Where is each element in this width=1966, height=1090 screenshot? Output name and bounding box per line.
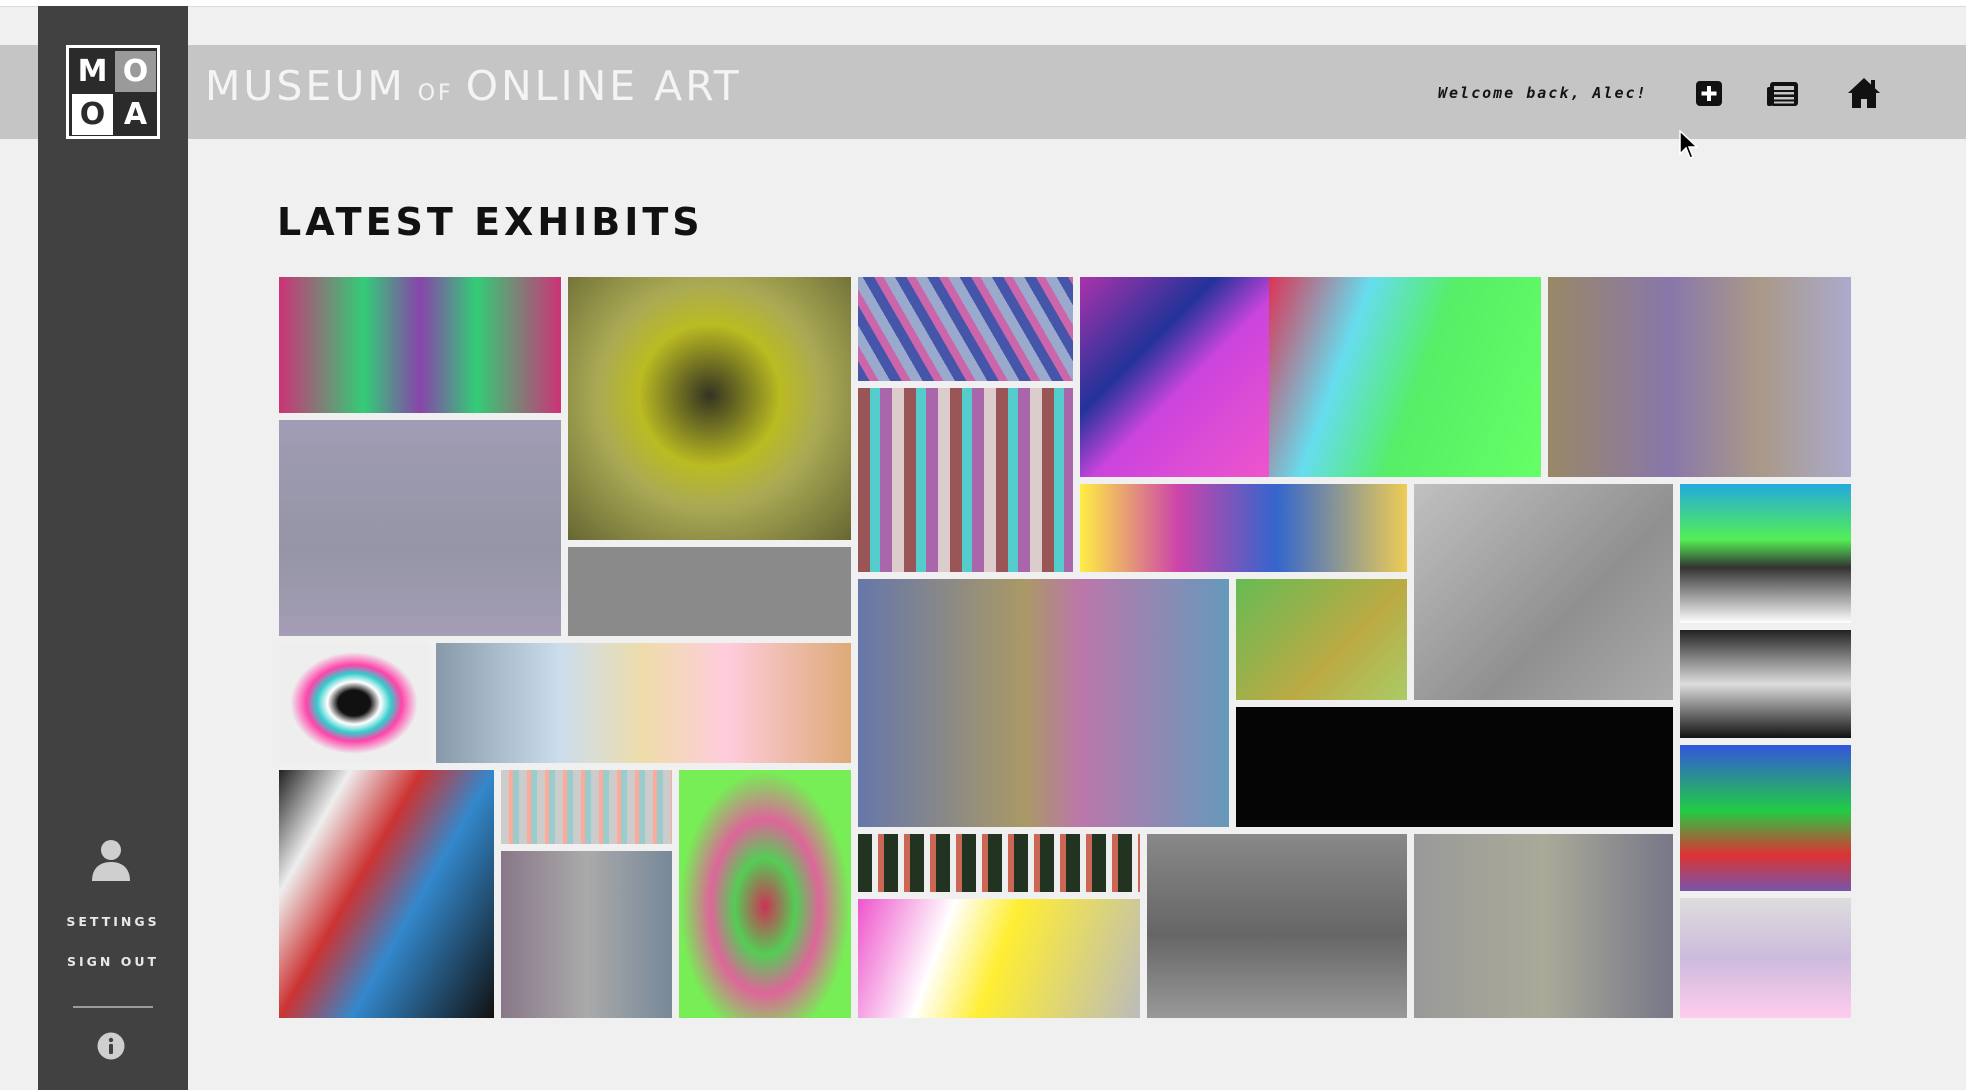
exhibit-tile[interactable] — [1548, 277, 1851, 477]
exhibit-tile[interactable] — [1269, 277, 1541, 477]
exhibit-tile[interactable] — [1680, 484, 1851, 623]
exhibit-tile[interactable] — [858, 834, 1140, 892]
sidebar-divider — [73, 1006, 153, 1008]
exhibit-tile[interactable] — [568, 547, 851, 636]
exhibit-tile[interactable] — [1680, 745, 1851, 891]
exhibit-tile[interactable] — [501, 770, 672, 844]
user-icon[interactable] — [91, 838, 131, 882]
exhibit-gallery — [0, 0, 1966, 1090]
info-icon[interactable] — [97, 1032, 125, 1060]
exhibit-tile[interactable] — [858, 899, 1140, 1018]
exhibit-tile[interactable] — [436, 643, 851, 763]
exhibit-tile[interactable] — [1236, 579, 1407, 700]
settings-link[interactable]: SETTINGS — [38, 915, 188, 929]
exhibit-tile[interactable] — [279, 420, 561, 636]
exhibit-tile[interactable] — [1080, 484, 1407, 572]
exhibit-tile[interactable] — [1080, 277, 1269, 477]
exhibit-tile[interactable] — [279, 277, 561, 413]
exhibit-tile[interactable] — [1680, 630, 1851, 738]
exhibit-tile[interactable] — [568, 277, 851, 540]
exhibit-tile[interactable] — [1680, 898, 1851, 1018]
exhibit-tile[interactable] — [1236, 707, 1673, 827]
exhibit-tile[interactable] — [858, 277, 1073, 381]
exhibit-tile[interactable] — [858, 579, 1229, 827]
exhibit-tile[interactable] — [679, 770, 851, 1018]
exhibit-tile[interactable] — [1147, 834, 1407, 1018]
exhibit-tile[interactable] — [1414, 484, 1673, 700]
exhibit-tile[interactable] — [501, 851, 672, 1018]
exhibit-tile[interactable] — [279, 770, 494, 1018]
sign-out-link[interactable]: SIGN OUT — [38, 955, 188, 969]
exhibit-tile[interactable] — [858, 388, 1073, 572]
exhibit-tile[interactable] — [279, 643, 429, 763]
exhibit-tile[interactable] — [1414, 834, 1673, 1018]
